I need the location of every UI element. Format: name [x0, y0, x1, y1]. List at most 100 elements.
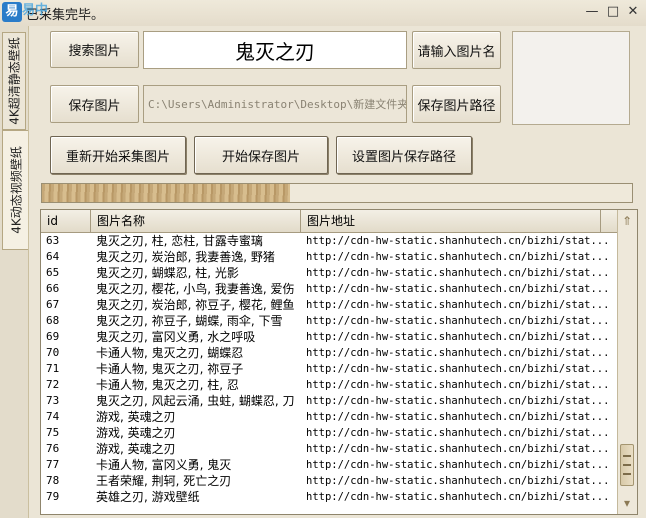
row-id: 65 — [46, 266, 60, 279]
table-row[interactable]: 69 鬼灭之刃, 富冈义勇, 水之呼吸 http://cdn-hw-static.s… — [41, 329, 619, 345]
start-save-button[interactable]: 开始保存图片 — [194, 136, 328, 174]
table-row[interactable]: 74 游戏, 英魂之刃 http://cdn-hw-static.shanhutec… — [41, 409, 619, 425]
column-header-name[interactable]: 图片名称 — [91, 210, 301, 232]
row-image-url: http://cdn-hw-static.shanhutech.cn/bizhi… — [306, 411, 610, 423]
column-header-url[interactable]: 图片地址 — [301, 210, 601, 232]
restart-collect-button[interactable]: 重新开始采集图片 — [50, 136, 186, 174]
title-bar: 易 已采集完毕。 易中 — □ ✕ — [0, 0, 646, 27]
row-image-name: 鬼灭之刃, 炭治郎, 我妻善逸, 野猪 — [96, 250, 275, 264]
table-row[interactable]: 67 鬼灭之刃, 炭治郎, 祢豆子, 樱花, 鲤鱼 http://cdn-hw-st… — [41, 297, 619, 313]
table-row[interactable]: 66 鬼灭之刃, 樱花, 小鸟, 我妻善逸, 爱伤 http://cdn-hw-st… — [41, 281, 619, 297]
tab-video-wallpaper-label: 4K动态视频壁纸 — [9, 146, 23, 234]
list-header: id 图片名称 图片地址 — [41, 210, 619, 233]
row-image-url: http://cdn-hw-static.shanhutech.cn/bizhi… — [306, 491, 610, 503]
set-save-path-button[interactable]: 设置图片保存路径 — [336, 136, 472, 174]
row-image-name: 鬼灭之刃, 柱, 恋柱, 甘露寺蜜璃 — [96, 234, 263, 248]
row-image-url: http://cdn-hw-static.shanhutech.cn/bizhi… — [306, 283, 610, 295]
row-id: 71 — [46, 362, 60, 375]
grip-icon — [623, 464, 631, 466]
app-icon: 易 — [2, 2, 22, 22]
row-image-url: http://cdn-hw-static.shanhutech.cn/bizhi… — [306, 251, 610, 263]
row-id: 63 — [46, 234, 60, 247]
table-row[interactable]: 78 王者荣耀, 荆轲, 死亡之刃 http://cdn-hw-static.sha… — [41, 473, 619, 489]
table-row[interactable]: 70 卡通人物, 鬼灭之刃, 蝴蝶忍 http://cdn-hw-static.sh… — [41, 345, 619, 361]
side-tab-strip: 4K超清静态壁纸 4K动态视频壁纸 — [0, 26, 29, 518]
column-header-id[interactable]: id — [41, 210, 91, 232]
row-id: 74 — [46, 410, 60, 423]
tab-static-wallpaper[interactable]: 4K超清静态壁纸 — [2, 32, 26, 130]
row-id: 66 — [46, 282, 60, 295]
row-image-name: 王者荣耀, 荆轲, 死亡之刃 — [96, 474, 232, 488]
grip-icon — [623, 455, 631, 457]
row-id: 78 — [46, 474, 60, 487]
search-image-button[interactable]: 搜索图片 — [50, 31, 139, 68]
row-id: 72 — [46, 378, 60, 391]
row-id: 77 — [46, 458, 60, 471]
row-image-name: 鬼灭之刃, 炭治郎, 祢豆子, 樱花, 鲤鱼 — [96, 298, 295, 312]
image-preview — [512, 31, 630, 125]
save-image-path-button[interactable]: 保存图片路径 — [412, 85, 501, 123]
main-panel: 搜索图片 鬼灭之刃 请输入图片名 保存图片 C:\Users\Administr… — [29, 26, 646, 518]
row-image-url: http://cdn-hw-static.shanhutech.cn/bizhi… — [306, 459, 610, 471]
row-id: 67 — [46, 298, 60, 311]
maximize-button[interactable]: □ — [606, 5, 620, 19]
table-row[interactable]: 79 英雄之刃, 游戏壁纸 http://cdn-hw-static.shanhut… — [41, 489, 619, 505]
row-image-url: http://cdn-hw-static.shanhutech.cn/bizhi… — [306, 267, 610, 279]
enter-image-name-button[interactable]: 请输入图片名 — [412, 31, 501, 69]
row-image-url: http://cdn-hw-static.shanhutech.cn/bizhi… — [306, 427, 610, 439]
scrollbar-thumb[interactable] — [620, 444, 634, 486]
tab-static-wallpaper-label: 4K超清静态壁纸 — [7, 37, 22, 125]
row-image-name: 卡通人物, 鬼灭之刃, 祢豆子 — [96, 362, 244, 376]
row-image-url: http://cdn-hw-static.shanhutech.cn/bizhi… — [306, 395, 610, 407]
grip-icon — [623, 473, 631, 475]
image-name-input[interactable]: 鬼灭之刃 — [143, 31, 407, 69]
scroll-down-icon[interactable]: ▾ — [619, 494, 635, 512]
row-id: 68 — [46, 314, 60, 327]
table-row[interactable]: 71 卡通人物, 鬼灭之刃, 祢豆子 http://cdn-hw-static.sh… — [41, 361, 619, 377]
tab-video-wallpaper[interactable]: 4K动态视频壁纸 — [2, 130, 28, 250]
row-id: 70 — [46, 346, 60, 359]
row-image-name: 鬼灭之刃, 蝴蝶忍, 柱, 光影 — [96, 266, 239, 280]
scroll-up-icon[interactable]: ⇑ — [619, 212, 635, 230]
row-id: 75 — [46, 426, 60, 439]
table-row[interactable]: 75 游戏, 英魂之刃 http://cdn-hw-static.shanhutec… — [41, 425, 619, 441]
list-rows: 63 鬼灭之刃, 柱, 恋柱, 甘露寺蜜璃 http://cdn-hw-static… — [41, 233, 619, 505]
row-image-url: http://cdn-hw-static.shanhutech.cn/bizhi… — [306, 299, 610, 311]
row-image-name: 卡通人物, 鬼灭之刃, 柱, 忍 — [96, 378, 239, 392]
progress-bar — [41, 183, 633, 203]
row-id: 79 — [46, 490, 60, 503]
vertical-scrollbar[interactable]: ⇑ ▾ — [617, 210, 637, 514]
close-button[interactable]: ✕ — [626, 5, 640, 19]
row-image-name: 鬼灭之刃, 风起云涌, 虫蛀, 蝴蝶忍, 刀 — [96, 394, 295, 408]
row-image-name: 鬼灭之刃, 富冈义勇, 水之呼吸 — [96, 330, 256, 344]
row-image-url: http://cdn-hw-static.shanhutech.cn/bizhi… — [306, 443, 610, 455]
table-row[interactable]: 64 鬼灭之刃, 炭治郎, 我妻善逸, 野猪 http://cdn-hw-stati… — [41, 249, 619, 265]
row-image-url: http://cdn-hw-static.shanhutech.cn/bizhi… — [306, 363, 610, 375]
row-image-name: 英雄之刃, 游戏壁纸 — [96, 490, 200, 504]
row-image-url: http://cdn-hw-static.shanhutech.cn/bizhi… — [306, 475, 610, 487]
row-image-name: 游戏, 英魂之刃 — [96, 410, 176, 424]
minimize-button[interactable]: — — [585, 5, 599, 19]
table-row[interactable]: 72 卡通人物, 鬼灭之刃, 柱, 忍 http://cdn-hw-static.s… — [41, 377, 619, 393]
table-row[interactable]: 73 鬼灭之刃, 风起云涌, 虫蛀, 蝴蝶忍, 刀 http://cdn-hw-st… — [41, 393, 619, 409]
table-row[interactable]: 65 鬼灭之刃, 蝴蝶忍, 柱, 光影 http://cdn-hw-static.s… — [41, 265, 619, 281]
row-image-url: http://cdn-hw-static.shanhutech.cn/bizhi… — [306, 331, 610, 343]
progress-fill — [42, 184, 290, 202]
save-image-button[interactable]: 保存图片 — [50, 85, 139, 123]
row-image-name: 游戏, 英魂之刃 — [96, 426, 176, 440]
table-row[interactable]: 68 鬼灭之刃, 祢豆子, 蝴蝶, 雨伞, 下雪 http://cdn-hw-sta… — [41, 313, 619, 329]
image-list[interactable]: id 图片名称 图片地址 63 鬼灭之刃, 柱, 恋柱, 甘露寺蜜璃 http://… — [40, 209, 638, 515]
table-row[interactable]: 76 游戏, 英魂之刃 http://cdn-hw-static.shanhutec… — [41, 441, 619, 457]
row-image-name: 卡通人物, 鬼灭之刃, 蝴蝶忍 — [96, 346, 244, 360]
row-id: 64 — [46, 250, 60, 263]
table-row[interactable]: 63 鬼灭之刃, 柱, 恋柱, 甘露寺蜜璃 http://cdn-hw-static… — [41, 233, 619, 249]
row-id: 73 — [46, 394, 60, 407]
row-id: 69 — [46, 330, 60, 343]
table-row[interactable]: 77 卡通人物, 富冈义勇, 鬼灭 http://cdn-hw-static.sha… — [41, 457, 619, 473]
row-image-url: http://cdn-hw-static.shanhutech.cn/bizhi… — [306, 315, 610, 327]
row-image-name: 游戏, 英魂之刃 — [96, 442, 176, 456]
row-image-url: http://cdn-hw-static.shanhutech.cn/bizhi… — [306, 347, 610, 359]
row-image-url: http://cdn-hw-static.shanhutech.cn/bizhi… — [306, 379, 610, 391]
row-image-url: http://cdn-hw-static.shanhutech.cn/bizhi… — [306, 235, 610, 247]
save-path-field[interactable]: C:\Users\Administrator\Desktop\新建文件夹 (2 — [143, 85, 407, 123]
